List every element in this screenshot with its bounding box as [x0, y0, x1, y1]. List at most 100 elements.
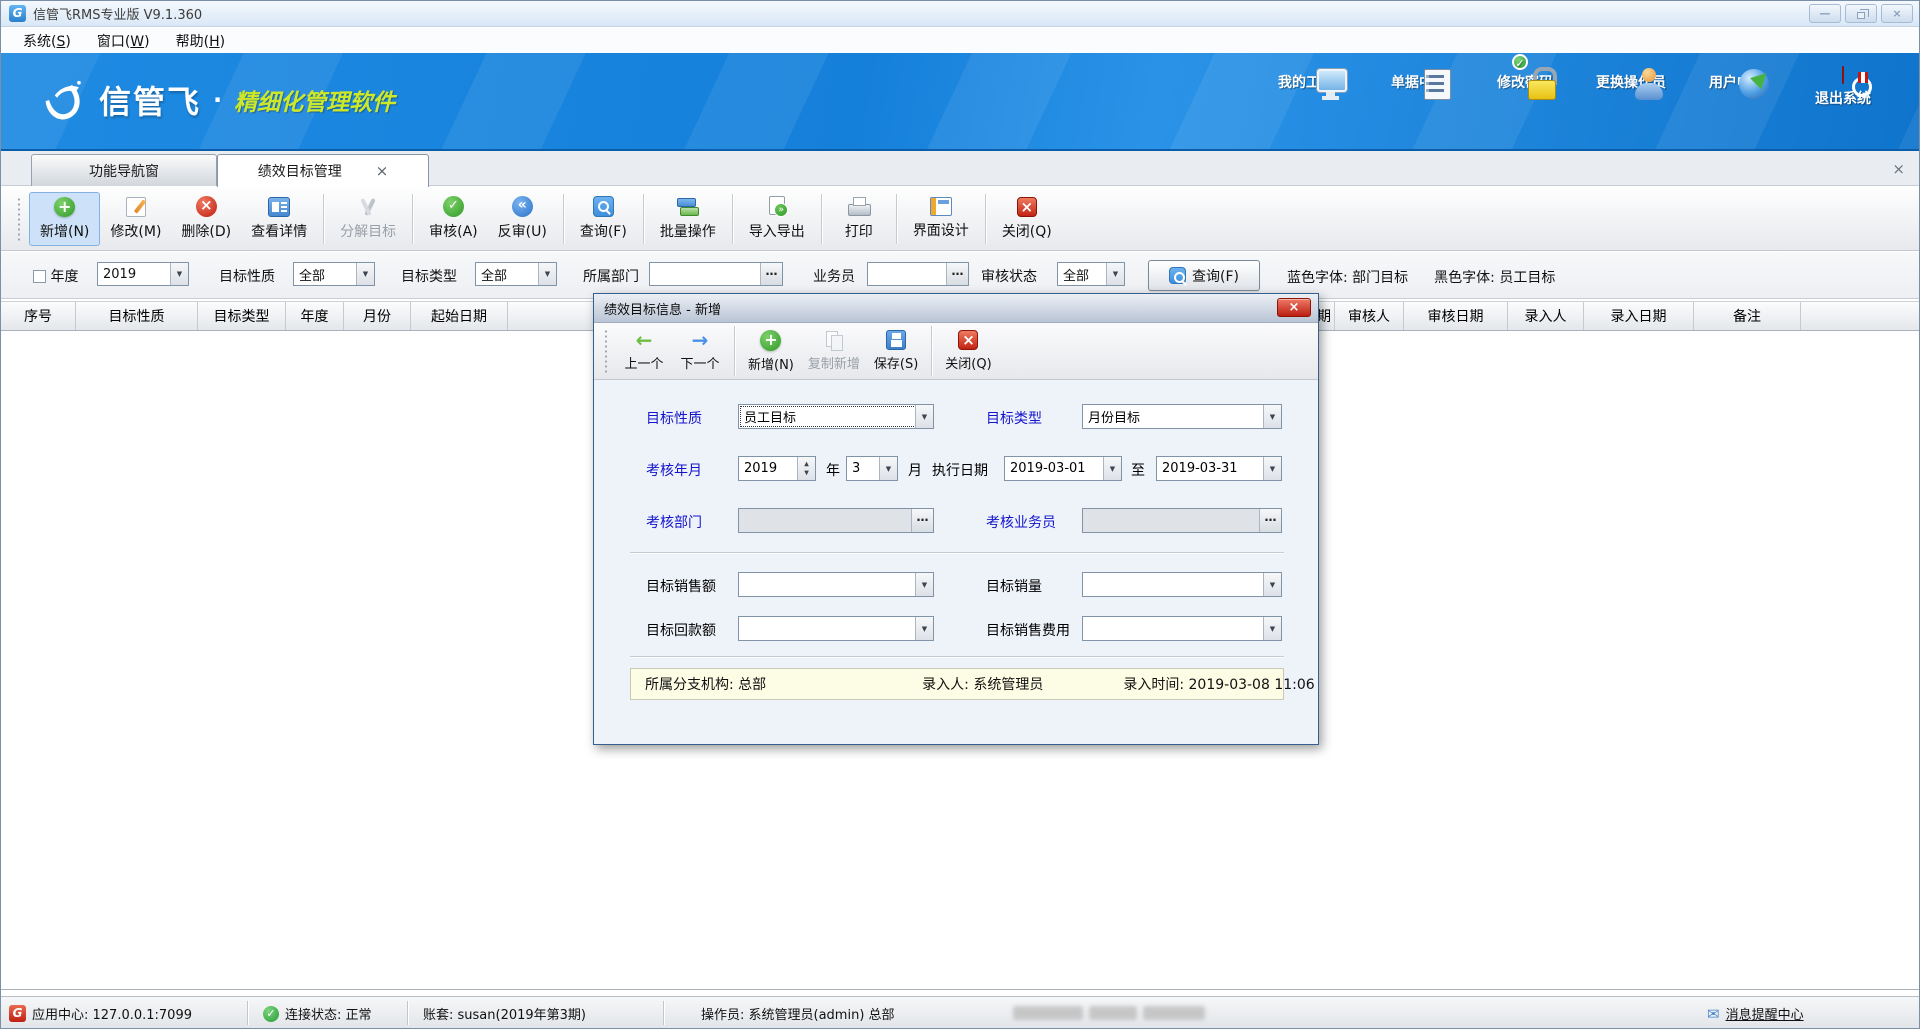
- audit-status-label: 审核状态: [981, 266, 1037, 286]
- column-header[interactable]: 目标性质: [76, 302, 198, 330]
- query-filter-button[interactable]: 查询(F): [1148, 260, 1260, 291]
- dropdown-arrow-icon[interactable]: [1263, 573, 1281, 596]
- interface-design-button[interactable]: 界面设计: [903, 192, 979, 246]
- close-module-button[interactable]: 关闭(Q): [992, 192, 1062, 246]
- target-sales-qty-select[interactable]: [1082, 572, 1282, 597]
- tools-icon: [358, 197, 378, 217]
- strip-close-icon[interactable]: ×: [1892, 160, 1905, 178]
- ellipsis-button[interactable]: [946, 263, 968, 285]
- close-icon: [1017, 197, 1037, 217]
- dropdown-arrow-icon[interactable]: [915, 573, 933, 596]
- year-spinner[interactable]: 2019: [738, 456, 816, 481]
- dialog-title-bar[interactable]: 绩效目标信息 - 新增 ×: [594, 294, 1318, 323]
- ellipsis-button[interactable]: [911, 509, 933, 532]
- date-from-select[interactable]: 2019-03-01: [1004, 456, 1122, 481]
- assess-salesman-input[interactable]: [1082, 508, 1282, 533]
- salesman-input[interactable]: [867, 262, 969, 286]
- assess-dept-input[interactable]: [738, 508, 934, 533]
- column-header-spacer: [1801, 302, 1919, 330]
- dropdown-arrow-icon[interactable]: [915, 405, 933, 428]
- column-header[interactable]: 审核人: [1335, 302, 1404, 330]
- dialog-add-button[interactable]: 新增(N): [741, 326, 801, 376]
- change-password-button[interactable]: 修改密码: [1477, 67, 1573, 108]
- delete-button[interactable]: 删除(D): [171, 192, 241, 246]
- ellipsis-button[interactable]: [760, 263, 782, 285]
- nature-select[interactable]: 全部: [293, 262, 375, 286]
- switch-operator-button[interactable]: 更换操作员: [1583, 67, 1679, 108]
- brand-logo: 信管飞 · 精细化管理软件: [41, 77, 395, 123]
- year-checkbox[interactable]: [33, 270, 46, 283]
- dropdown-arrow-icon[interactable]: [879, 457, 897, 480]
- import-export-button[interactable]: 导入导出: [739, 192, 815, 246]
- decompose-target-button[interactable]: 分解目标: [330, 192, 406, 246]
- dropdown-arrow-icon[interactable]: [1106, 263, 1124, 285]
- brand-bird-icon: [41, 77, 87, 123]
- column-header[interactable]: 年度: [286, 302, 344, 330]
- column-header[interactable]: 录入日期: [1584, 302, 1694, 330]
- year-select[interactable]: 2019: [97, 262, 189, 286]
- add-button[interactable]: 新增(N): [29, 192, 100, 246]
- query-button[interactable]: 查询(F): [570, 192, 637, 246]
- spinner-arrows-icon[interactable]: [797, 457, 815, 480]
- column-header[interactable]: 录入人: [1508, 302, 1584, 330]
- dropdown-arrow-icon[interactable]: [1263, 617, 1281, 640]
- column-header[interactable]: 起始日期: [411, 302, 508, 330]
- dropdown-arrow-icon[interactable]: [1103, 457, 1121, 480]
- column-header[interactable]: 目标类型: [198, 302, 286, 330]
- menu-bar: 系统(S) 窗口(W) 帮助(H): [1, 28, 1919, 53]
- ellipsis-button[interactable]: [1259, 509, 1281, 532]
- dropdown-arrow-icon[interactable]: [1263, 405, 1281, 428]
- modify-button[interactable]: 修改(M): [100, 192, 171, 246]
- dialog-close-module-button[interactable]: 关闭(Q): [938, 326, 998, 376]
- column-header[interactable]: 审核日期: [1404, 302, 1508, 330]
- date-to-select[interactable]: 2019-03-31: [1156, 456, 1282, 481]
- toolbar-separator: [821, 194, 822, 244]
- exit-system-button[interactable]: 退出系统: [1795, 67, 1891, 108]
- dropdown-arrow-icon[interactable]: [538, 263, 556, 285]
- column-header[interactable]: 月份: [344, 302, 411, 330]
- dropdown-arrow-icon[interactable]: [170, 263, 188, 285]
- restore-button[interactable]: [1845, 4, 1877, 23]
- save-button[interactable]: 保存(S): [867, 326, 925, 376]
- menu-help[interactable]: 帮助(H): [164, 29, 237, 53]
- print-button[interactable]: 打印: [828, 192, 890, 246]
- target-sales-amount-select[interactable]: [738, 572, 934, 597]
- tab-performance-target[interactable]: 绩效目标管理 ×: [217, 154, 429, 187]
- dept-input[interactable]: [649, 262, 783, 286]
- month-select[interactable]: 3: [846, 456, 898, 481]
- filter-bar: 年度 2019 目标性质 全部 目标类型 全部 所属部门 业务员 审核状态 全部…: [1, 252, 1919, 299]
- target-sales-expense-label: 目标销售费用: [986, 620, 1070, 640]
- previous-button[interactable]: ←上一个: [616, 326, 672, 376]
- column-header[interactable]: 序号: [1, 302, 76, 330]
- batch-operation-button[interactable]: 批量操作: [650, 192, 726, 246]
- dropdown-arrow-icon[interactable]: [915, 617, 933, 640]
- menu-system[interactable]: 系统(S): [11, 29, 83, 53]
- tab-close-icon[interactable]: ×: [376, 164, 389, 179]
- target-type-select[interactable]: 月份目标: [1082, 404, 1282, 429]
- column-header[interactable]: 备注: [1694, 302, 1801, 330]
- tab-function-nav[interactable]: 功能导航窗: [31, 154, 217, 186]
- dialog-close-button[interactable]: ×: [1277, 298, 1311, 317]
- dropdown-arrow-icon[interactable]: [1263, 457, 1281, 480]
- target-nature-select[interactable]: 员工目标: [738, 404, 934, 429]
- menu-window[interactable]: 窗口(W): [85, 29, 162, 53]
- target-sales-expense-select[interactable]: [1082, 616, 1282, 641]
- dropdown-arrow-icon[interactable]: [356, 263, 374, 285]
- unaudit-button[interactable]: 反审(U): [488, 192, 557, 246]
- copy-add-button[interactable]: 复制新增: [801, 326, 867, 376]
- view-details-button[interactable]: 查看详情: [241, 192, 317, 246]
- target-payment-select[interactable]: [738, 616, 934, 641]
- toolbar-separator: [412, 194, 413, 244]
- message-center-link[interactable]: ✉ 消息提醒中心: [1707, 1004, 1804, 1023]
- dialog-content: 目标性质 员工目标 目标类型 月份目标 考核年月 2019 年 3 月 执行日期…: [594, 380, 1318, 744]
- workbench-button[interactable]: 我的工作台: [1265, 67, 1361, 108]
- audit-button[interactable]: 审核(A): [419, 192, 488, 246]
- minimize-button[interactable]: —: [1809, 4, 1841, 23]
- application-window: 信管飞RMS专业版 V9.1.360 — × 系统(S) 窗口(W) 帮助(H)…: [0, 0, 1920, 1029]
- close-window-button[interactable]: ×: [1881, 4, 1913, 23]
- type-select[interactable]: 全部: [475, 262, 557, 286]
- document-center-button[interactable]: 单据中心: [1371, 67, 1467, 108]
- audit-status-select[interactable]: 全部: [1057, 262, 1125, 286]
- next-button[interactable]: →下一个: [672, 326, 728, 376]
- user-center-button[interactable]: 用户中心: [1689, 67, 1785, 108]
